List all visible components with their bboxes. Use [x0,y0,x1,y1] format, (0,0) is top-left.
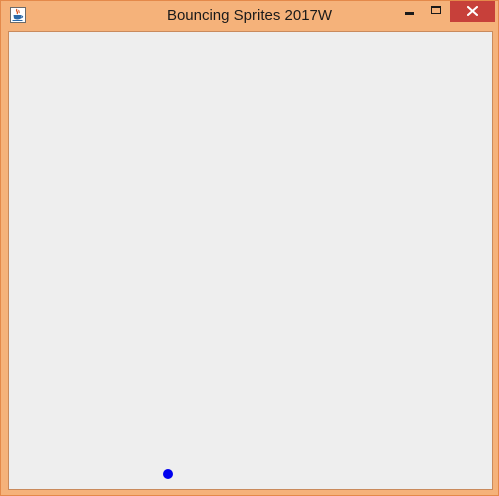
maximize-icon [431,6,441,14]
close-icon [467,6,478,16]
minimize-icon [405,12,414,15]
sprite-canvas[interactable] [8,31,493,490]
sprite-ball [163,469,173,479]
minimize-button[interactable] [397,1,423,22]
app-window: Bouncing Sprites 2017W [0,0,499,496]
close-button[interactable] [450,1,495,22]
title-bar[interactable]: Bouncing Sprites 2017W [1,1,498,30]
maximize-button[interactable] [424,1,449,22]
